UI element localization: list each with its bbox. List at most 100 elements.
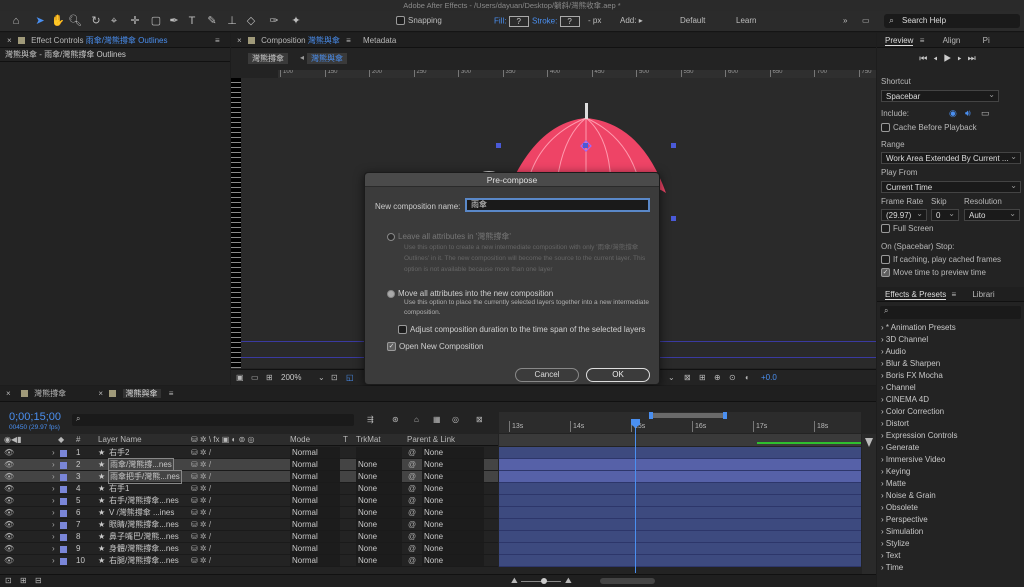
- adjust-duration-checkbox[interactable]: [398, 325, 407, 335]
- layer-mode-dropdown[interactable]: Normal: [290, 483, 340, 494]
- layer-row[interactable]: 👁︎ › 1 ★ 右手2 ⛁ ✲ / Normal @ None: [0, 447, 498, 459]
- camera-tool-icon[interactable]: ⌖: [106, 13, 122, 29]
- layer-trkmat-dropdown[interactable]: None: [356, 483, 402, 494]
- effect-category[interactable]: › Immersive Video: [877, 454, 1024, 466]
- layer-name[interactable]: 身體/灣熊撐傘...nes: [109, 543, 179, 555]
- align-tab[interactable]: Align: [943, 36, 961, 45]
- parent-pickwhip-icon[interactable]: @: [408, 531, 416, 543]
- selection-tool-icon[interactable]: ➤: [32, 13, 48, 29]
- effect-category[interactable]: › Channel: [877, 382, 1024, 394]
- puppet-tool-icon[interactable]: ✦: [288, 13, 304, 29]
- expand-arrow-icon[interactable]: ›: [52, 495, 55, 507]
- layer-name-header-text[interactable]: Layer Name: [98, 434, 142, 446]
- visibility-eye-icon[interactable]: 👁︎: [4, 471, 14, 483]
- layer-row[interactable]: 👁︎ › 5 ★ 右手/灣熊撐傘...nes ⛁ ✲ / Normal None @ None: [0, 495, 498, 507]
- panel-menu-icon[interactable]: ≡: [951, 290, 956, 299]
- effect-category[interactable]: › Expression Controls: [877, 430, 1024, 442]
- eraser-tool-icon[interactable]: ◇: [243, 13, 259, 29]
- chevron-down-icon[interactable]: ⌄: [318, 373, 325, 382]
- zoom-dropdown[interactable]: 200%: [281, 373, 301, 382]
- layer-label-color[interactable]: [60, 450, 67, 457]
- layer-name[interactable]: V /灣熊撐傘 ...ines: [109, 507, 174, 519]
- effect-category[interactable]: › Distort: [877, 418, 1024, 430]
- option-leave-attributes[interactable]: Leave all attributes in '灣熊撐傘': [387, 231, 511, 242]
- layer-mode-dropdown[interactable]: Normal: [290, 507, 340, 518]
- ok-button[interactable]: OK: [586, 368, 650, 382]
- layer-trkmat-dropdown[interactable]: None: [356, 459, 402, 470]
- help-search[interactable]: ⌕ Search Help: [884, 14, 1020, 28]
- layer-switches-icons[interactable]: ⛁ ✲ /: [191, 447, 211, 459]
- pen-tool-icon[interactable]: ✒: [166, 13, 182, 29]
- layer-trkmat-dropdown[interactable]: None: [356, 531, 402, 542]
- expand-arrow-icon[interactable]: ›: [52, 483, 55, 495]
- hand-tool-icon[interactable]: ✋: [50, 13, 66, 29]
- visibility-eye-icon[interactable]: 👁︎: [4, 555, 14, 567]
- add-control[interactable]: Add: ▸: [620, 16, 643, 25]
- panel-menu-icon[interactable]: ≡: [346, 36, 351, 45]
- layer-mode-dropdown[interactable]: Normal: [290, 447, 340, 458]
- layer-switches-icons[interactable]: ⛁ ✲ /: [191, 531, 211, 543]
- move-time-option[interactable]: ✓ Move time to preview time: [881, 268, 986, 278]
- libraries-tab[interactable]: Librari: [972, 290, 994, 299]
- layer-row[interactable]: 👁︎ › 9 ★ 身體/灣熊撐傘...nes ⛁ ✲ / Normal None @ None: [0, 543, 498, 555]
- layer-row[interactable]: 👁︎ › 8 ★ 鼻子嘴巴/灣熊...nes ⛁ ✲ / Normal None @ None: [0, 531, 498, 543]
- full-screen-checkbox[interactable]: [881, 224, 890, 234]
- adjust-duration-option[interactable]: Adjust composition duration to the time …: [398, 325, 645, 335]
- layer-row[interactable]: 👁︎ › 2 ★ 雨傘/灣熊撐...nes ⛁ ✲ / Normal None @ None: [0, 458, 498, 472]
- layer-row[interactable]: 👁︎ › 6 ★ V /灣熊撐傘 ...ines ⛁ ✲ / Normal None @ None: [0, 507, 498, 519]
- visibility-eye-icon[interactable]: 👁︎: [4, 483, 14, 495]
- close-icon[interactable]: ×: [98, 389, 103, 398]
- expand-arrow-icon[interactable]: ›: [52, 531, 55, 543]
- bounding-handle[interactable]: [671, 143, 676, 148]
- parent-pickwhip-icon[interactable]: @: [408, 483, 416, 495]
- effect-controls-tab[interactable]: × Effect Controls 雨傘/灣熊撐傘 Outlines ≡: [0, 33, 230, 48]
- fit-icon[interactable]: ⊡: [331, 373, 338, 382]
- work-area-end-handle[interactable]: [723, 412, 727, 419]
- layer-parent-dropdown[interactable]: None: [422, 531, 484, 542]
- layer-name[interactable]: 右手1: [109, 483, 129, 495]
- flowchart-icon[interactable]: ⊕: [714, 373, 721, 382]
- option-move-attributes[interactable]: Move all attributes into the new composi…: [387, 289, 553, 298]
- layer-duration-bar[interactable]: [499, 459, 861, 471]
- vertical-scrollbar[interactable]: [862, 434, 876, 574]
- show-channel-icon[interactable]: ◐: [745, 373, 750, 382]
- open-new-composition-option[interactable]: ✓ Open New Composition: [387, 342, 483, 352]
- shortcut-dropdown[interactable]: Spacebar: [881, 89, 999, 102]
- exposure-value[interactable]: +0.0: [761, 373, 777, 382]
- layer-parent-dropdown[interactable]: None: [422, 459, 484, 470]
- expand-arrow-icon[interactable]: ›: [52, 459, 55, 471]
- include-audio-icon[interactable]: 🔊︎: [965, 108, 971, 119]
- breadcrumb-comp-2[interactable]: 灣熊與傘: [307, 53, 347, 64]
- layer-mode-dropdown[interactable]: Normal: [290, 495, 340, 506]
- last-frame-icon[interactable]: ⏭: [968, 53, 982, 63]
- bounding-handle[interactable]: [671, 216, 676, 221]
- layer-trkmat-dropdown[interactable]: None: [356, 555, 402, 566]
- brush-tool-icon[interactable]: ✎: [204, 13, 220, 29]
- if-caching-checkbox[interactable]: [881, 255, 890, 265]
- first-frame-icon[interactable]: ⏮: [919, 53, 933, 63]
- fill-control[interactable]: Fill: ?: [494, 16, 529, 27]
- play-from-dropdown[interactable]: Current Time: [881, 180, 1021, 193]
- parent-pickwhip-icon[interactable]: @: [408, 471, 416, 483]
- frame-blending-icon[interactable]: ▦: [433, 415, 441, 424]
- visibility-eye-icon[interactable]: 👁︎: [4, 507, 14, 519]
- close-icon[interactable]: ×: [237, 36, 242, 45]
- resolution-dropdown[interactable]: Auto: [964, 208, 1020, 221]
- rectangle-tool-icon[interactable]: ▢: [148, 13, 164, 29]
- layer-name[interactable]: 眼睛/灣熊撐傘...nes: [109, 519, 179, 531]
- bounding-handle[interactable]: [583, 143, 588, 148]
- timeline-tab-2[interactable]: 灣熊與傘: [122, 389, 161, 398]
- open-composition-checkbox[interactable]: ✓: [387, 342, 396, 352]
- effect-category[interactable]: › CINEMA 4D: [877, 394, 1024, 406]
- playhead-line[interactable]: [635, 428, 636, 573]
- layer-trkmat-dropdown[interactable]: None: [356, 507, 402, 518]
- panel-menu-icon[interactable]: ≡: [169, 389, 174, 398]
- metadata-tab[interactable]: Metadata: [363, 36, 396, 45]
- layer-duration-bar[interactable]: [499, 543, 861, 555]
- layer-parent-dropdown[interactable]: None: [422, 483, 484, 494]
- snapping-toggle[interactable]: Snapping: [396, 16, 442, 26]
- parent-pickwhip-icon[interactable]: @: [408, 519, 416, 531]
- composition-tab-label[interactable]: Composition: [261, 36, 305, 45]
- parent-pickwhip-icon[interactable]: @: [408, 447, 416, 459]
- layer-switches-icon[interactable]: ⊡: [5, 576, 12, 585]
